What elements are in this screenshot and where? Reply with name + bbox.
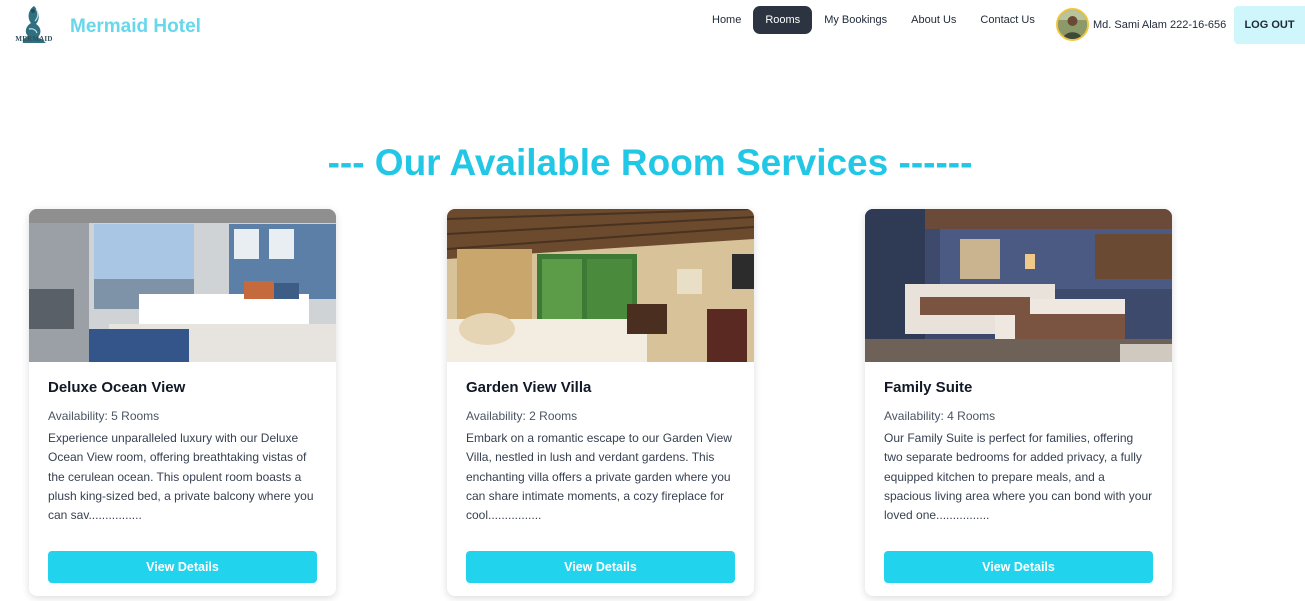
room-card-deluxe-ocean-view: Deluxe Ocean View Availability: 5 Rooms … [29, 209, 336, 596]
room-description: Experience unparalleled luxury with our … [48, 431, 314, 523]
view-details-button[interactable]: View Details [466, 551, 735, 583]
room-image [29, 209, 336, 362]
room-image [865, 209, 1172, 362]
room-availability: Availability: 2 Rooms [466, 409, 578, 423]
room-title: Deluxe Ocean View [48, 379, 186, 396]
section-title: --- Our Available Room Services ------ [327, 142, 973, 183]
brand-link[interactable]: MERMAID Mermaid Hotel [12, 2, 201, 50]
nav-my-bookings[interactable]: My Bookings [812, 6, 899, 34]
nav-home[interactable]: Home [700, 6, 753, 34]
room-availability: Availability: 5 Rooms [48, 409, 160, 423]
nav-rooms[interactable]: Rooms [753, 6, 813, 34]
view-details-button[interactable]: View Details [48, 551, 317, 583]
user-name: Md. Sami Alam 222-16-656 [1093, 18, 1227, 31]
room-title: Family Suite [884, 379, 973, 396]
room-description: Our Family Suite is perfect for families… [884, 431, 1153, 523]
user-photo-icon [1058, 10, 1087, 39]
room-card-family-suite: Family Suite Availability: 4 Rooms Our F… [865, 209, 1172, 596]
logo-text: MERMAID [15, 35, 53, 43]
nav-about-us[interactable]: About Us [899, 6, 968, 34]
nav-links: Home Rooms My Bookings About Us Contact … [700, 6, 1047, 34]
room-image [447, 209, 754, 362]
navbar: MERMAID Mermaid Hotel Home Rooms My Book… [0, 0, 1305, 52]
room-availability: Availability: 4 Rooms [884, 409, 996, 423]
nav-contact-us[interactable]: Contact Us [968, 6, 1046, 34]
user-profile[interactable]: Md. Sami Alam 222-16-656 [1056, 8, 1226, 41]
brand-name: Mermaid Hotel [70, 16, 201, 37]
room-title: Garden View Villa [466, 379, 592, 396]
logout-button[interactable]: LOG OUT [1234, 6, 1305, 44]
view-details-button[interactable]: View Details [884, 551, 1153, 583]
room-description: Embark on a romantic escape to our Garde… [466, 431, 732, 523]
avatar[interactable] [1056, 8, 1089, 41]
room-card-garden-view-villa: Garden View Villa Availability: 2 Rooms … [447, 209, 754, 596]
